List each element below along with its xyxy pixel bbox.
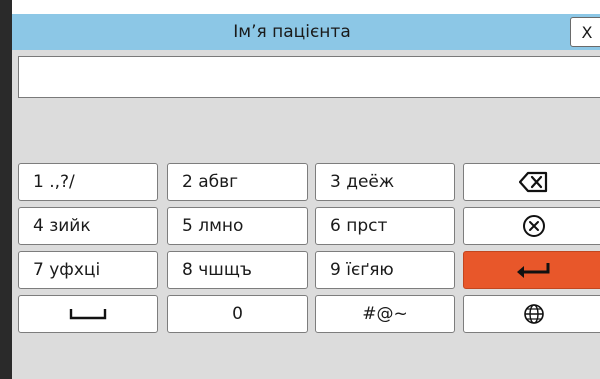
clear-key[interactable] xyxy=(463,207,600,245)
key-5[interactable]: 5 лмно xyxy=(167,207,308,245)
symbols-key[interactable]: #@~ xyxy=(315,295,455,333)
key-3[interactable]: 3 деёж xyxy=(315,163,455,201)
space-key[interactable] xyxy=(18,295,158,333)
patient-name-dialog: Ім’я пацієнта X 1 .,?/ 2 абвг 3 деёж 4 з… xyxy=(12,14,600,379)
clear-circle-icon xyxy=(522,215,545,237)
backspace-key[interactable] xyxy=(463,163,600,201)
key-1[interactable]: 1 .,?/ xyxy=(18,163,158,201)
key-8[interactable]: 8 чшщъ xyxy=(167,251,308,289)
globe-icon xyxy=(523,304,544,324)
dialog-titlebar: Ім’я пацієнта X xyxy=(12,14,600,50)
key-6[interactable]: 6 прст xyxy=(315,207,455,245)
key-2[interactable]: 2 абвг xyxy=(167,163,308,201)
enter-key[interactable] xyxy=(463,251,600,289)
screen: Ім’я пацієнта X 1 .,?/ 2 абвг 3 деёж 4 з… xyxy=(0,0,600,379)
close-button[interactable]: X xyxy=(570,17,600,47)
language-key[interactable] xyxy=(463,295,600,333)
left-edge xyxy=(0,0,12,379)
backspace-icon xyxy=(518,171,547,193)
space-bar-icon xyxy=(69,309,107,320)
dialog-title: Ім’я пацієнта xyxy=(233,22,351,42)
key-0[interactable]: 0 xyxy=(167,295,308,333)
key-7[interactable]: 7 уфхці xyxy=(18,251,158,289)
enter-arrow-icon xyxy=(516,263,549,278)
key-9[interactable]: 9 їєґяю xyxy=(315,251,455,289)
key-4[interactable]: 4 зийк xyxy=(18,207,158,245)
patient-name-input[interactable] xyxy=(18,56,600,98)
